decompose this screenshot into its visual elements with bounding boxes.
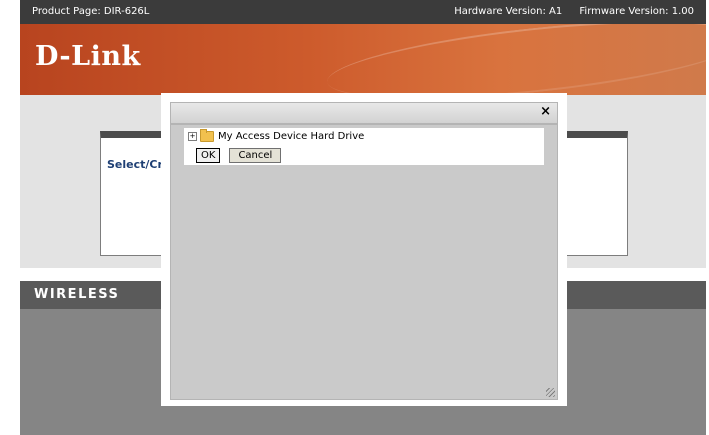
top-info-bar: Product Page: DIR-626L Hardware Version:… bbox=[20, 0, 706, 24]
folder-browser-dialog: × + My Access Device Hard Drive OK Cance… bbox=[161, 93, 567, 406]
folder-icon bbox=[200, 129, 214, 142]
dialog-header: × bbox=[170, 102, 558, 124]
banner-decoration bbox=[323, 24, 706, 95]
cancel-button[interactable]: Cancel bbox=[229, 148, 282, 163]
ok-button[interactable]: OK bbox=[196, 148, 221, 163]
tree-node-root[interactable]: + My Access Device Hard Drive bbox=[188, 129, 364, 142]
close-icon[interactable]: × bbox=[540, 104, 551, 119]
dialog-button-row: OK Cancel bbox=[196, 148, 282, 163]
dlink-logo: D-Link bbox=[35, 41, 141, 72]
product-page-label: Product Page: DIR-626L bbox=[32, 6, 150, 17]
brand-banner: D-Link bbox=[20, 24, 706, 95]
plus-box-icon[interactable]: + bbox=[188, 132, 197, 141]
tree-node-label[interactable]: My Access Device Hard Drive bbox=[218, 131, 364, 142]
hardware-version-label: Hardware Version: A1 bbox=[454, 6, 563, 17]
version-info: Hardware Version: A1 Firmware Version: 1… bbox=[454, 0, 694, 24]
dialog-body: + My Access Device Hard Drive OK Cancel bbox=[170, 124, 558, 400]
wireless-label: WIRELESS bbox=[34, 287, 120, 302]
folder-tree-panel: + My Access Device Hard Drive OK Cancel bbox=[184, 128, 544, 165]
firmware-version-label: Firmware Version: 1.00 bbox=[579, 6, 694, 17]
resize-grip-icon[interactable] bbox=[546, 388, 555, 397]
